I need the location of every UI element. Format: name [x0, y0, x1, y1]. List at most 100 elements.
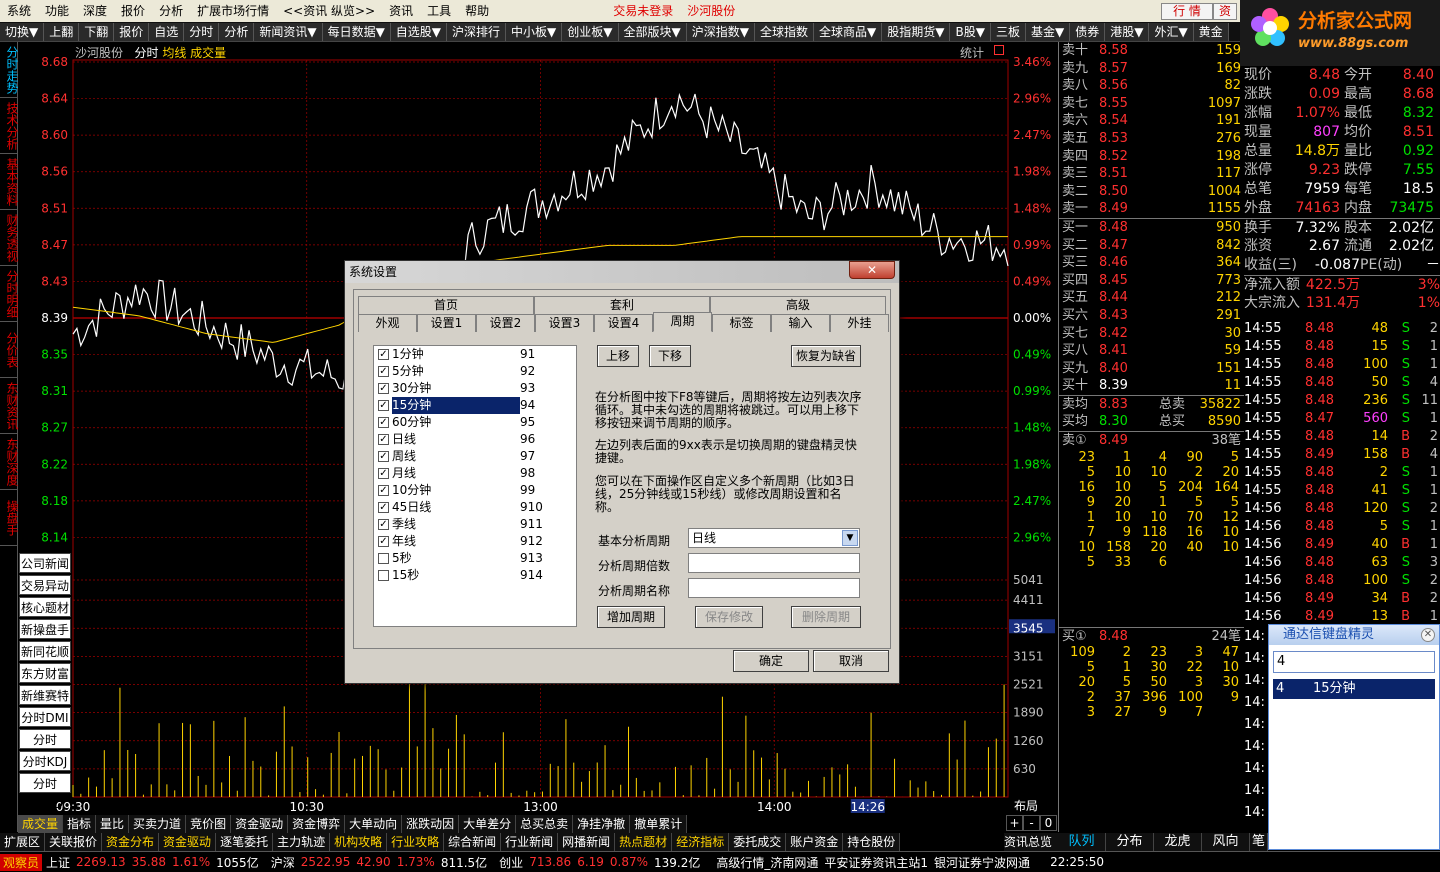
- right-tab[interactable]: 分布: [1106, 833, 1154, 851]
- queue-header[interactable]: 卖① 8.49 38笔: [1059, 432, 1244, 450]
- chart-side-button[interactable]: 分时KDJ: [19, 751, 71, 771]
- period-item[interactable]: ✓ 日线 96: [374, 431, 576, 448]
- toolbar-button[interactable]: 外汇▼: [1149, 22, 1194, 41]
- menu-analysis[interactable]: 分析: [152, 0, 190, 22]
- menu-depth[interactable]: 深度: [76, 0, 114, 22]
- period-item[interactable]: ✓ 10分钟 99: [374, 482, 576, 499]
- right-tab[interactable]: 笔: [1250, 833, 1268, 851]
- toolbar-button[interactable]: 基金▼: [1025, 22, 1071, 41]
- period-item[interactable]: ✓ 1分钟 91: [374, 346, 576, 363]
- chart-side-button[interactable]: 公司新闻: [19, 553, 71, 573]
- vertical-tab[interactable]: 操盘手: [0, 490, 19, 546]
- restore-default-button[interactable]: 恢复为缺省: [791, 345, 861, 367]
- move-up-button[interactable]: 上移: [597, 345, 639, 367]
- cancel-button[interactable]: 取消: [813, 650, 889, 672]
- toolbar-button[interactable]: 自选: [149, 22, 185, 41]
- toolbar-button[interactable]: 沪深指数▼: [686, 22, 755, 41]
- zoom-out-button[interactable]: -: [1023, 815, 1040, 831]
- vertical-tab[interactable]: 东财深度: [0, 434, 19, 490]
- period-checkbox[interactable]: ✓: [378, 366, 389, 377]
- sh-index-label[interactable]: 上证: [46, 854, 70, 871]
- toolbar-button[interactable]: 债券: [1070, 22, 1106, 41]
- chart-side-button[interactable]: 分时DMI: [19, 707, 71, 727]
- vertical-tab[interactable]: 分时明细: [0, 266, 19, 322]
- zoom-reset-button[interactable]: 0: [1040, 815, 1057, 831]
- period-item[interactable]: 15秒 914: [374, 567, 576, 584]
- indicator-tab[interactable]: 撤单累计: [630, 815, 688, 833]
- period-item[interactable]: 5秒 913: [374, 550, 576, 567]
- toolbar-button[interactable]: 港股▼: [1105, 22, 1150, 41]
- right-tab[interactable]: 龙虎: [1154, 833, 1202, 851]
- extension-tab[interactable]: 经济指标: [672, 833, 730, 851]
- period-item[interactable]: ✓ 30分钟 93: [374, 380, 576, 397]
- period-checkbox[interactable]: ✓: [378, 502, 389, 513]
- toolbar-button[interactable]: 黄金: [1193, 22, 1229, 41]
- period-checkbox[interactable]: ✓: [378, 417, 389, 428]
- chart-item-avg[interactable]: 均线: [162, 46, 186, 60]
- indicator-tab[interactable]: 资金博弈: [288, 815, 346, 833]
- vertical-tab[interactable]: 东财资讯: [0, 378, 19, 434]
- extension-tab[interactable]: 网播新闻: [558, 833, 616, 851]
- news-overview-tab[interactable]: 资讯总览: [1004, 833, 1058, 851]
- menu-system[interactable]: 系统: [0, 0, 38, 22]
- vertical-tab[interactable]: 技术分析: [0, 98, 19, 154]
- menu-news-overview[interactable]: <<资讯 纵览>>: [276, 0, 382, 22]
- settings-tab[interactable]: 设置1: [417, 314, 476, 332]
- period-item[interactable]: ✓ 15分钟 94: [374, 397, 576, 414]
- settings-tab[interactable]: 周期: [653, 312, 712, 332]
- period-checkbox[interactable]: ✓: [378, 400, 389, 411]
- keyboard-genius-result[interactable]: 4 15分钟: [1273, 679, 1435, 699]
- period-item[interactable]: ✓ 周线 97: [374, 448, 576, 465]
- settings-tab[interactable]: 外挂: [830, 314, 889, 332]
- menu-tools[interactable]: 工具: [420, 0, 458, 22]
- indicator-tab[interactable]: 总买总卖: [516, 815, 574, 833]
- toolbar-button[interactable]: B股▼: [950, 22, 991, 41]
- toolbar-button[interactable]: 下翻: [79, 22, 115, 41]
- extension-tab[interactable]: 资金驱动: [159, 833, 217, 851]
- extension-tab[interactable]: 持仓股份: [843, 833, 901, 851]
- period-checkbox[interactable]: ✓: [378, 485, 389, 496]
- period-item[interactable]: ✓ 月线 98: [374, 465, 576, 482]
- chart-side-button[interactable]: 分时XLPL: [19, 729, 71, 767]
- indicator-tab[interactable]: 买卖力道: [129, 815, 187, 833]
- extension-tab[interactable]: 机构攻略: [330, 833, 388, 851]
- right-tab[interactable]: 队列: [1058, 833, 1106, 851]
- toolbar-button[interactable]: 分时: [184, 22, 220, 41]
- extension-tab[interactable]: 行业新闻: [501, 833, 559, 851]
- indicator-tab[interactable]: 净挂净撤: [573, 815, 631, 833]
- toolbar-button[interactable]: 沪深排行: [447, 22, 507, 41]
- period-item[interactable]: ✓ 60分钟 95: [374, 414, 576, 431]
- extension-tab[interactable]: 委托成交: [729, 833, 787, 851]
- period-checkbox[interactable]: ✓: [378, 451, 389, 462]
- trade-login-status[interactable]: 交易未登录: [606, 0, 680, 22]
- vertical-tab[interactable]: 基本资料: [0, 154, 19, 210]
- period-multiplier-input[interactable]: [688, 553, 860, 573]
- indicator-tab[interactable]: 成交量: [18, 815, 64, 833]
- toolbar-button[interactable]: 切换▼: [0, 22, 45, 41]
- toolbar-button[interactable]: 报价: [114, 22, 150, 41]
- chevron-down-icon[interactable]: ▼: [842, 530, 858, 546]
- extension-tab[interactable]: 热点题材: [615, 833, 673, 851]
- stat-button[interactable]: 统计: [960, 44, 984, 61]
- toolbar-button[interactable]: 三板: [990, 22, 1026, 41]
- indicator-tab[interactable]: 大单差分: [459, 815, 517, 833]
- extension-tab[interactable]: 账户资金: [786, 833, 844, 851]
- news-mode-button[interactable]: 资: [1213, 3, 1237, 20]
- dialog-close-button[interactable]: ✕: [849, 261, 895, 279]
- settings-tab[interactable]: 设置2: [476, 314, 535, 332]
- indicator-tab[interactable]: 涨跌动因: [402, 815, 460, 833]
- extension-tab[interactable]: 逐笔委托: [216, 833, 274, 851]
- extension-tab[interactable]: 主力轨迹: [273, 833, 331, 851]
- chart-side-button[interactable]: 新操盘手: [19, 619, 71, 639]
- indicator-tab[interactable]: 大单动向: [345, 815, 403, 833]
- indicator-tab[interactable]: 量比: [96, 815, 130, 833]
- menu-ext-market[interactable]: 扩展市场行情: [190, 0, 276, 22]
- period-checkbox[interactable]: ✓: [378, 434, 389, 445]
- chart-side-button[interactable]: 分时MACD: [19, 773, 71, 811]
- toolbar-button[interactable]: 全部版块▼: [618, 22, 687, 41]
- period-checkbox[interactable]: [378, 570, 389, 581]
- toolbar-button[interactable]: 新闻资讯▼: [254, 22, 323, 41]
- chart-item-volume[interactable]: 成交量: [190, 46, 226, 60]
- toolbar-button[interactable]: 每日数据▼: [322, 22, 391, 41]
- close-icon[interactable]: ✕: [1421, 628, 1435, 642]
